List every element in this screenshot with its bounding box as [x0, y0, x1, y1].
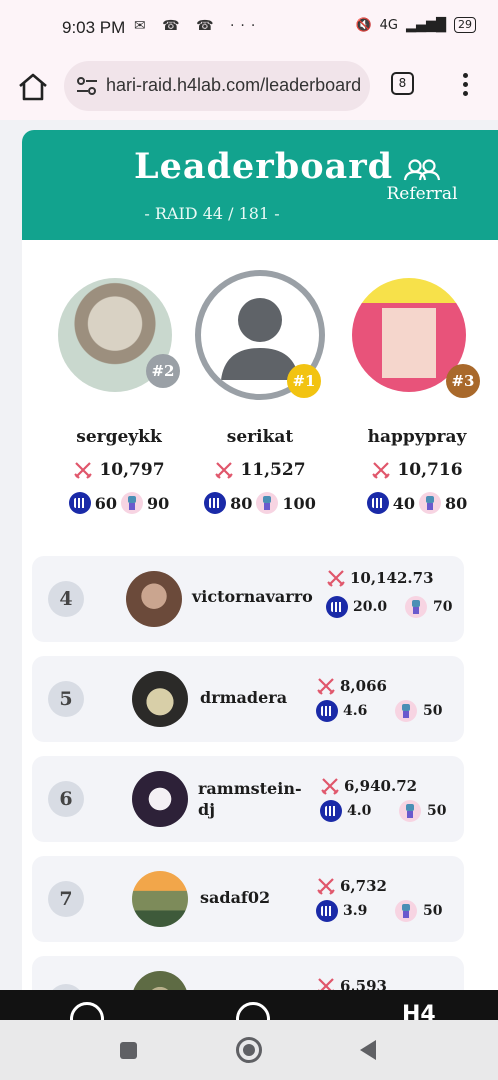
player-stats: 20.0 70	[326, 596, 452, 618]
swords-icon	[215, 462, 234, 479]
leaderboard-row[interactable]: 7 sadaf02 6,732 3.9 50	[32, 856, 464, 942]
home-nav-icon[interactable]	[236, 1002, 270, 1020]
mute-icon: 🔇	[355, 17, 372, 33]
player-name: rammstein-dj	[198, 779, 302, 819]
battery-icon: 29	[454, 17, 476, 33]
player-score: 8,066	[316, 676, 387, 696]
player-score: 10,797	[54, 460, 184, 480]
home-icon[interactable]	[16, 70, 50, 104]
url-text[interactable]: hari-raid.h4lab.com/leaderboard	[106, 75, 362, 96]
swords-icon	[317, 878, 335, 895]
swords-icon	[318, 978, 334, 990]
steem-icon	[316, 900, 338, 922]
avatar	[132, 771, 188, 827]
player-score: 6,732	[316, 876, 387, 896]
swords-icon	[321, 778, 339, 795]
pirate-icon	[256, 492, 279, 514]
pirate-icon	[405, 596, 427, 618]
player-name: serikat	[226, 427, 294, 447]
steem-icon	[326, 596, 348, 618]
rank-badge: #2	[146, 354, 180, 388]
player-name: victornavarro	[192, 587, 313, 606]
pirate-icon	[395, 700, 417, 722]
player-score: 11,527	[195, 460, 325, 480]
site-settings-icon[interactable]	[76, 76, 98, 96]
pirate-icon	[121, 492, 143, 514]
page-content: Leaderboard Referral - RAID 44 / 181 - #…	[0, 120, 498, 990]
rank-number: 4	[48, 581, 84, 617]
swords-icon	[327, 570, 345, 587]
referral-label: Referral	[386, 184, 458, 204]
rank-number: 5	[48, 681, 84, 717]
avatar	[132, 671, 188, 727]
users-icon	[403, 159, 441, 181]
player-name: sadaf02	[200, 888, 271, 907]
avatar	[132, 871, 188, 927]
steem-icon	[316, 700, 338, 722]
signal-icon: ▂▄▆█	[406, 17, 446, 33]
player-score: 10,142.73	[326, 568, 434, 588]
swords-icon	[317, 678, 335, 695]
status-time: 9:03 PM	[62, 18, 126, 37]
pirate-icon	[419, 492, 441, 514]
player-stats: 40 80	[352, 492, 482, 514]
rank-badge: #1	[287, 364, 321, 398]
player-stats: 3.9 50	[316, 900, 442, 922]
status-right: 🔇 4G ▂▄▆█ 29	[355, 17, 476, 33]
steem-icon	[366, 492, 389, 514]
player-stats: 80 100	[195, 492, 325, 514]
player-score: 6,593	[316, 976, 387, 990]
recents-button[interactable]	[120, 1042, 137, 1059]
status-bar: 9:03 PM ✉ ☎ ☎ ··· 🔇 4G ▂▄▆█ 29	[0, 0, 498, 56]
back-button[interactable]	[360, 1040, 376, 1060]
leaderboard-row[interactable]: 5 drmadera 8,066 4.6 50	[32, 656, 464, 742]
leaderboard-row[interactable]: 6 rammstein-dj 6,940.72 4.0 50	[32, 756, 464, 842]
player-stats: 4.0 50	[320, 800, 446, 822]
steem-icon	[204, 492, 227, 514]
page-title: Leaderboard	[134, 146, 394, 187]
player-stats: 60 90	[54, 492, 184, 514]
pirate-icon	[395, 900, 417, 922]
notification-icons: ✉ ☎ ☎ ···	[134, 18, 262, 34]
avatar	[132, 971, 188, 990]
player-name: drmadera	[200, 688, 288, 707]
address-bar[interactable]: hari-raid.h4lab.com/leaderboard	[64, 61, 370, 111]
browser-toolbar: hari-raid.h4lab.com/leaderboard 8	[0, 56, 498, 120]
overflow-menu-icon[interactable]	[457, 70, 473, 100]
leaderboard-row[interactable]: 4 victornavarro 10,142.73 20.0 70	[32, 556, 464, 642]
player-name: sergeykk	[76, 427, 162, 447]
steem-icon	[320, 800, 342, 822]
referral-button[interactable]: Referral	[382, 158, 462, 204]
rank-badge: #3	[446, 364, 480, 398]
player-score: 6,940.72	[320, 776, 417, 796]
raid-subtitle: - RAID 44 / 181 -	[144, 204, 280, 223]
leaderboard-row[interactable]: 8 6,593	[32, 956, 464, 990]
home-button[interactable]	[236, 1037, 262, 1063]
app-bottom-nav: H4	[0, 990, 498, 1020]
tab-switcher-button[interactable]: 8	[391, 72, 414, 95]
brand-logo[interactable]: H4	[402, 1002, 436, 1020]
steem-icon	[68, 492, 91, 514]
network-label: 4G	[379, 17, 398, 33]
rank-number: 7	[48, 881, 84, 917]
player-score: 10,716	[352, 460, 482, 480]
swords-icon	[372, 462, 391, 479]
rank-number: 6	[48, 781, 84, 817]
system-nav-bar	[0, 1020, 498, 1080]
compass-icon[interactable]	[70, 1002, 104, 1020]
pirate-icon	[399, 800, 421, 822]
avatar	[126, 571, 182, 627]
player-name: happypray	[367, 427, 467, 447]
leaderboard-header: Leaderboard Referral - RAID 44 / 181 -	[22, 130, 498, 240]
swords-icon	[74, 462, 93, 479]
player-stats: 4.6 50	[316, 700, 442, 722]
